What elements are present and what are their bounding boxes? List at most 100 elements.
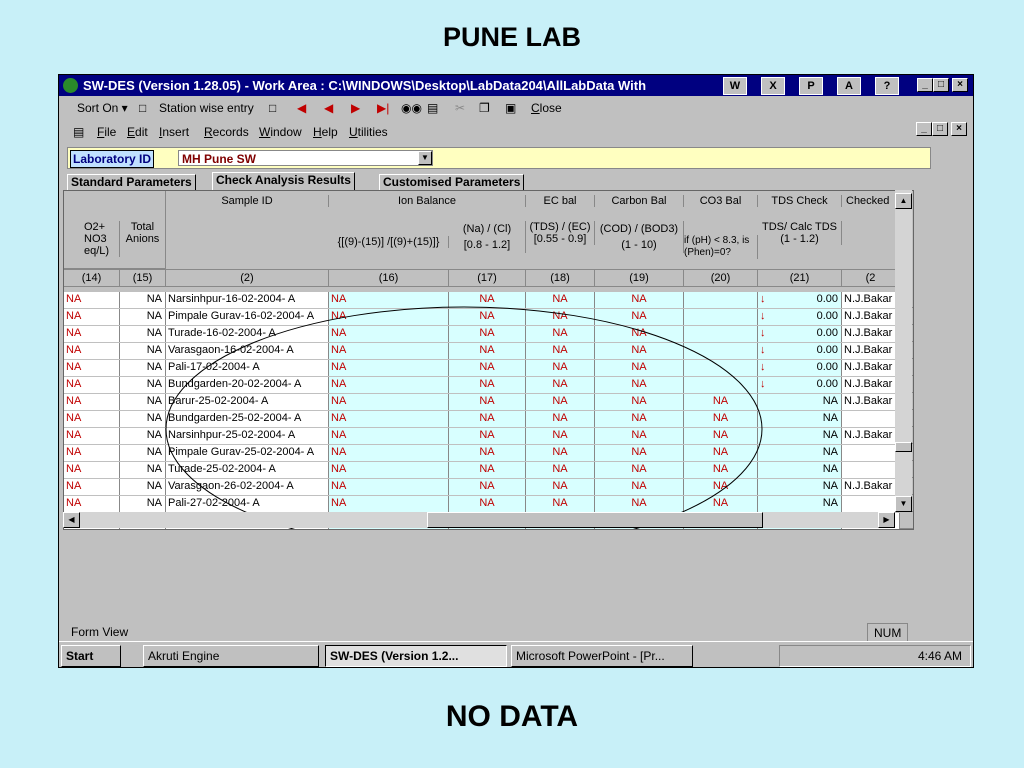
tab-check-analysis-results[interactable]: Check Analysis Results [212,172,355,191]
table-cell-b[interactable]: NA [120,326,166,342]
table-cell-c16[interactable]: NA [329,479,449,495]
table-row[interactable]: NA NA Barur-25-02-2004- A NA NA NA NA NA NA N.J.B… [64,394,913,410]
table-cell-id[interactable]: Pimpale Gurav-16-02-2004- A [166,309,329,325]
table-cell-c16[interactable]: NA [329,428,449,444]
table-cell-c18[interactable]: NA [526,462,595,478]
table-cell-c19[interactable]: NA [595,326,684,342]
table-cell-c16[interactable]: NA [329,394,449,410]
table-cell-chk[interactable] [842,462,900,478]
table-cell-c20[interactable] [684,377,758,393]
table-cell-c21[interactable]: ↓ 0.00 [758,360,842,376]
table-cell-id[interactable]: Pali-27-02-2004- A [166,496,329,512]
column-number-header[interactable]: (14) [64,269,120,287]
menu-records[interactable]: Records [204,122,249,142]
table-cell-b[interactable]: NA [120,394,166,410]
column-number-header[interactable]: (21) [758,269,842,287]
table-cell-c18[interactable]: NA [526,428,595,444]
first-record-icon[interactable]: ◀ [297,97,306,119]
table-cell-a[interactable]: NA [64,411,120,427]
table-cell-id[interactable]: Bundgarden-20-02-2004- A [166,377,329,393]
table-cell-a[interactable]: NA [64,343,120,359]
table-cell-id[interactable]: Varasgaon-16-02-2004- A [166,343,329,359]
table-cell-c19[interactable]: NA [595,394,684,410]
table-cell-b[interactable]: NA [120,360,166,376]
table-cell-c16[interactable]: NA [329,445,449,461]
table-cell-a[interactable]: NA [64,394,120,410]
table-cell-c16[interactable]: NA [329,292,449,308]
table-cell-c18[interactable]: NA [526,411,595,427]
table-cell-c21[interactable]: ↓ 0.00 [758,377,842,393]
table-cell-b[interactable]: NA [120,411,166,427]
scroll-right-icon[interactable]: ▶ [878,512,895,528]
table-cell-a[interactable]: NA [64,309,120,325]
table-cell-id[interactable]: Varasgaon-26-02-2004- A [166,479,329,495]
chevron-down-icon[interactable]: ▼ [418,151,432,165]
table-cell-c20[interactable]: NA [684,428,758,444]
minimize-button[interactable]: _ [917,78,933,92]
table-cell-c17[interactable]: NA [449,343,526,359]
horizontal-scrollbar[interactable]: ◀ ▶ [63,512,895,528]
table-cell-c20[interactable]: NA [684,496,758,512]
table-cell-a[interactable]: NA [64,292,120,308]
table-cell-b[interactable]: NA [120,462,166,478]
table-cell-chk[interactable]: N.J.Bakar [842,309,900,325]
table-cell-b[interactable]: NA [120,292,166,308]
table-cell-chk[interactable] [842,496,900,512]
table-cell-c17[interactable]: NA [449,394,526,410]
copy-icon[interactable]: ❐ [479,97,490,119]
vertical-scrollbar[interactable]: ▲ ▼ [895,190,912,512]
table-cell-a[interactable]: NA [64,462,120,478]
table-cell-b[interactable]: NA [120,445,166,461]
column-number-header[interactable]: (2) [166,269,329,287]
table-cell-c19[interactable]: NA [595,428,684,444]
table-cell-c21[interactable]: ↓ 0.00 [758,292,842,308]
table-cell-chk[interactable]: N.J.Bakar [842,394,900,410]
table-cell-chk[interactable]: N.J.Bakar [842,479,900,495]
menu-edit[interactable]: Edit [127,122,148,142]
table-cell-c21[interactable]: NA [758,479,842,495]
table-cell-c21[interactable]: NA [758,428,842,444]
table-cell-c19[interactable]: NA [595,496,684,512]
table-cell-c20[interactable] [684,292,758,308]
table-cell-chk[interactable]: N.J.Bakar [842,428,900,444]
table-cell-c16[interactable]: NA [329,326,449,342]
form-icon[interactable]: □ [269,97,276,119]
table-cell-a[interactable]: NA [64,445,120,461]
table-row[interactable]: NA NA Narsinhpur-16-02-2004- A NA NA NA NA ↓ 0.0… [64,292,913,308]
taskbar-powerpoint[interactable]: Microsoft PowerPoint - [Pr... [511,645,693,667]
table-cell-c17[interactable]: NA [449,479,526,495]
table-cell-c20[interactable] [684,309,758,325]
scroll-thumb[interactable] [895,442,912,452]
next-record-icon[interactable]: ▶ [351,97,360,119]
table-cell-c18[interactable]: NA [526,360,595,376]
table-row[interactable]: NA NA Pali-27-02-2004- A NA NA NA NA NA NA [64,496,913,512]
menu-insert[interactable]: Insert [159,122,189,142]
table-cell-c21[interactable]: NA [758,411,842,427]
table-cell-c18[interactable]: NA [526,445,595,461]
table-cell-c20[interactable] [684,343,758,359]
table-cell-a[interactable]: NA [64,360,120,376]
table-cell-c19[interactable]: NA [595,445,684,461]
table-row[interactable]: NA NA Turade-16-02-2004- A NA NA NA NA ↓ 0.00 N.J… [64,326,913,342]
table-cell-c18[interactable]: NA [526,479,595,495]
menu-window[interactable]: Window [259,122,302,142]
table-cell-chk[interactable]: N.J.Bakar [842,292,900,308]
table-cell-chk[interactable]: N.J.Bakar [842,326,900,342]
column-number-header[interactable]: (19) [595,269,684,287]
table-cell-c21[interactable]: NA [758,496,842,512]
tab-customised-parameters[interactable]: Customised Parameters [379,174,525,190]
print-icon[interactable]: ▤ [427,97,438,119]
table-cell-c21[interactable]: ↓ 0.00 [758,326,842,342]
child-restore-button[interactable]: □ [932,122,948,136]
table-cell-b[interactable]: NA [120,428,166,444]
table-cell-c20[interactable]: NA [684,411,758,427]
close-window-button[interactable]: × [952,78,968,92]
table-row[interactable]: NA NA Turade-25-02-2004- A NA NA NA NA NA NA [64,462,913,478]
excel-icon[interactable]: X [761,77,785,95]
table-cell-c17[interactable]: NA [449,360,526,376]
table-cell-id[interactable]: Turade-16-02-2004- A [166,326,329,342]
table-cell-id[interactable]: Barur-25-02-2004- A [166,394,329,410]
child-minimize-button[interactable]: _ [916,122,932,136]
table-cell-id[interactable]: Narsinhpur-16-02-2004- A [166,292,329,308]
table-cell-c17[interactable]: NA [449,496,526,512]
